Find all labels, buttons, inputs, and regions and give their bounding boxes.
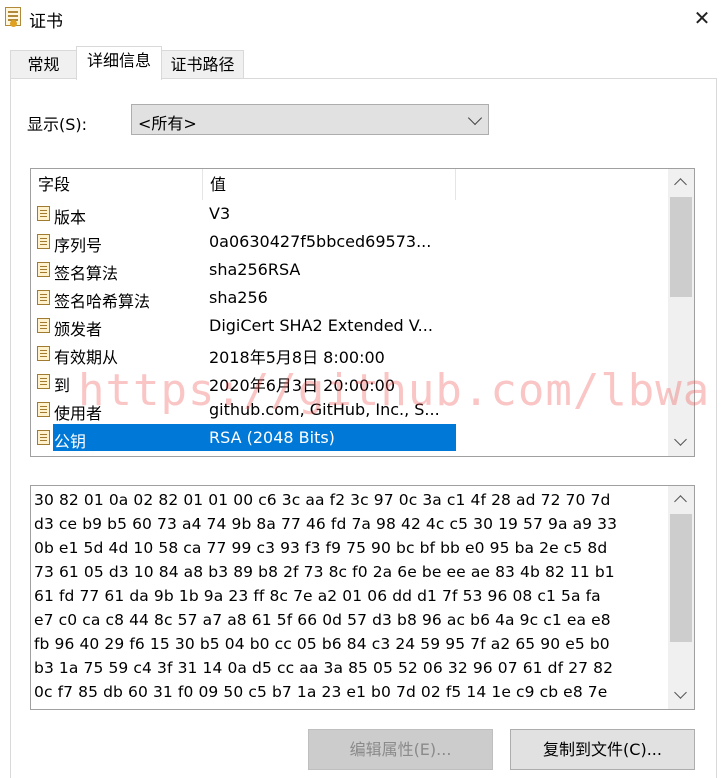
scroll-down-icon[interactable]	[674, 686, 687, 699]
detail-scrollbar[interactable]	[668, 486, 694, 709]
field-icon	[37, 430, 50, 445]
tab-details[interactable]: 详细信息	[76, 46, 162, 80]
list-item-selected[interactable]: 公钥 RSA (2048 Bits)	[31, 424, 456, 452]
field-icon	[37, 346, 50, 361]
hex-line: 73 61 05 d3 10 84 a8 b3 89 b8 2f 73 8c f…	[34, 563, 615, 581]
field-value: github.com, GitHub, Inc., S...	[209, 400, 440, 419]
field-value: 2020年6月3日 20:00:00	[209, 376, 396, 395]
field-value: 2018年5月8日 8:00:00	[209, 348, 385, 367]
close-button[interactable]: ✕	[690, 6, 714, 30]
hex-line: 30 82 01 0a 02 82 01 01 00 c6 3c aa f2 3…	[34, 491, 611, 509]
field-name: 公钥	[54, 432, 87, 451]
field-icon	[37, 206, 50, 221]
list-item[interactable]: 到 2020年6月3日 20:00:00	[31, 368, 456, 396]
hex-line: 0c f7 85 db 60 31 f0 09 50 c5 b7 1a 23 e…	[34, 683, 608, 701]
column-header-value[interactable]: 值	[203, 169, 456, 200]
field-value: V3	[209, 204, 231, 223]
scroll-thumb[interactable]	[670, 197, 692, 297]
list-item[interactable]: 序列号 0a0630427f5bbced69573...	[31, 228, 456, 256]
field-value: 0a0630427f5bbced69573...	[209, 232, 432, 251]
title-bar: 证书 ✕	[0, 0, 727, 36]
chevron-down-icon	[467, 110, 483, 126]
field-name: 颁发者	[54, 320, 103, 339]
field-icon	[37, 402, 50, 417]
list-item[interactable]: 使用者 github.com, GitHub, Inc., S...	[31, 396, 456, 424]
edit-properties-button[interactable]: 编辑属性(E)...	[308, 729, 493, 770]
certificate-icon	[5, 7, 21, 27]
show-select[interactable]: <所有>	[131, 104, 489, 135]
hex-line: 0b e1 5d 4d 10 58 ca 77 99 c3 93 f3 f9 7…	[34, 539, 608, 557]
scroll-up-icon[interactable]	[674, 495, 687, 508]
field-name: 版本	[54, 208, 87, 227]
list-item[interactable]: 有效期从 2018年5月8日 8:00:00	[31, 340, 456, 368]
window-title: 证书	[29, 12, 63, 32]
hex-line: fb 96 40 29 f6 15 30 b5 04 b0 cc 05 b6 8…	[34, 635, 610, 653]
field-name: 序列号	[54, 236, 103, 255]
field-icon	[37, 318, 50, 333]
field-name: 有效期从	[54, 348, 119, 367]
field-name: 到	[54, 376, 71, 395]
hex-line: b3 1a 75 59 c4 3f 31 14 0a d5 cc aa 3a 8…	[34, 659, 614, 677]
tab-strip: 常规 详细信息 证书路径	[0, 46, 727, 80]
list-item[interactable]: 颁发者 DigiCert SHA2 Extended V...	[31, 312, 456, 340]
field-name: 签名哈希算法	[54, 292, 151, 311]
list-item[interactable]: 版本 V3	[31, 200, 456, 228]
value-detail-box[interactable]: 30 82 01 0a 02 82 01 01 00 c6 3c aa f2 3…	[30, 485, 695, 710]
field-name: 使用者	[54, 404, 103, 423]
scroll-down-icon[interactable]	[674, 433, 687, 446]
show-select-value: <所有>	[138, 114, 197, 133]
field-icon	[37, 290, 50, 305]
field-name: 签名算法	[54, 264, 119, 283]
fields-list[interactable]: 字段 值 版本 V3 序列号 0a0630427f5bbced69573... …	[30, 168, 695, 457]
field-value: DigiCert SHA2 Extended V...	[209, 316, 433, 335]
field-value: sha256	[209, 288, 268, 307]
field-icon	[37, 374, 50, 389]
hex-line: 61 fd 77 61 da 9b 1b 9a 23 ff 8c 7e a2 0…	[34, 587, 601, 605]
column-header-field[interactable]: 字段	[31, 169, 203, 200]
list-item[interactable]: 签名算法 sha256RSA	[31, 256, 456, 284]
tab-general[interactable]: 常规	[10, 50, 77, 79]
show-label: 显示(S):	[27, 115, 88, 134]
tab-certification-path[interactable]: 证书路径	[161, 50, 244, 79]
field-value: sha256RSA	[209, 260, 301, 279]
list-item[interactable]: 签名哈希算法 sha256	[31, 284, 456, 312]
fields-scrollbar[interactable]	[668, 169, 694, 456]
copy-to-file-button[interactable]: 复制到文件(C)...	[510, 729, 695, 770]
hex-line: e7 c0 ca c8 44 8c 57 a7 a8 61 5f 66 0d 5…	[34, 611, 611, 629]
scroll-up-icon[interactable]	[674, 178, 687, 191]
field-value: RSA (2048 Bits)	[209, 428, 335, 447]
scroll-thumb[interactable]	[670, 514, 692, 642]
hex-line: d3 ce b9 b5 60 73 a4 74 9b 8a 77 46 fd 7…	[34, 515, 618, 533]
field-icon	[37, 262, 50, 277]
field-icon	[37, 234, 50, 249]
